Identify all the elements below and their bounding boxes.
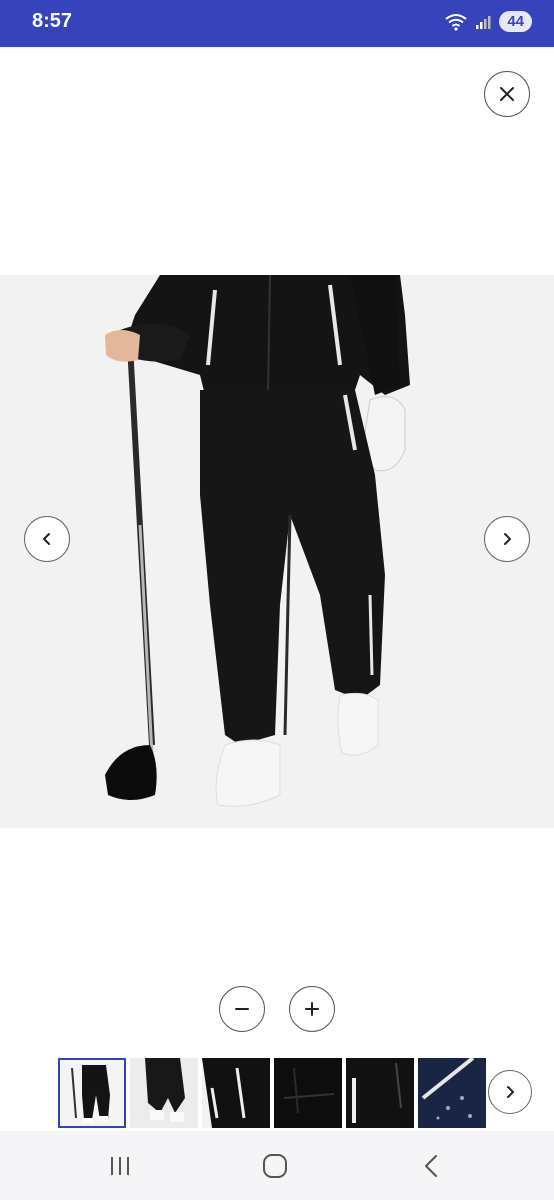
chevron-left-icon [43,533,50,545]
system-nav-bar [0,1131,554,1200]
thumbnail-image [202,1058,270,1128]
previous-image-button[interactable] [24,516,70,562]
thumbnail-4[interactable] [274,1058,342,1128]
thumbnail-2[interactable] [130,1058,198,1128]
thumbnail-image [346,1058,414,1128]
recent-apps-button[interactable] [100,1151,140,1181]
close-icon [500,87,514,101]
next-image-button[interactable] [484,516,530,562]
thumbnail-image [418,1058,486,1128]
status-icons: 44 [445,11,532,32]
thumbnail-image [60,1060,124,1126]
back-button[interactable] [411,1151,451,1181]
recent-apps-icon [111,1157,129,1175]
product-image[interactable] [0,275,554,828]
thumbnail-5[interactable] [346,1058,414,1128]
golf-trousers-illustration [105,275,410,807]
close-button[interactable] [484,71,530,117]
zoom-in-button[interactable] [289,986,335,1032]
thumbnail-6[interactable] [418,1058,486,1128]
status-time: 8:57 [32,10,73,32]
back-icon [425,1155,437,1177]
minus-icon [235,1008,249,1010]
chevron-right-icon [507,1086,514,1098]
battery-indicator: 44 [499,11,532,32]
thumbnail-strip [58,1058,498,1128]
home-icon [263,1154,287,1178]
plus-icon [305,1002,319,1016]
thumbnail-3[interactable] [202,1058,270,1128]
status-bar: 8:57 44 [0,0,554,47]
thumbnail-next-button[interactable] [488,1070,532,1114]
zoom-out-button[interactable] [219,986,265,1032]
signal-icon [476,15,491,29]
thumbnail-1[interactable] [58,1058,126,1128]
wifi-icon [445,13,467,31]
thumbnail-image [130,1058,198,1128]
thumbnail-image [274,1058,342,1128]
home-button[interactable] [255,1151,295,1181]
chevron-right-icon [504,533,511,545]
